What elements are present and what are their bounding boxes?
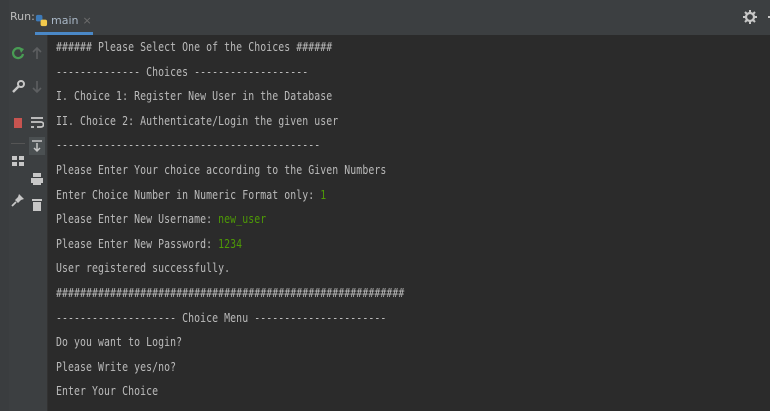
console-line-text: ----------------------------------------… [56,138,321,153]
console-line: I. Choice 1: Register New User in the Da… [56,84,332,108]
console-line: II. Choice 2: Authenticate/Login the giv… [56,109,338,133]
stop-icon[interactable] [12,116,24,130]
console-output[interactable]: ###### Please Select One of the Choices … [48,35,770,411]
console-line: User registered successfully. [56,256,230,280]
console-line: Please Write yes/no? [56,355,176,379]
console-line: Enter Choice Number in Numeric Format on… [56,183,326,207]
console-line: Please Enter New Username: new_user [56,207,266,231]
pin-icon[interactable] [11,193,25,207]
soft-wrap-icon[interactable] [30,115,44,129]
arrow-up-icon[interactable] [30,46,44,60]
tab-main[interactable]: main × [35,6,93,35]
console-line-text: -------------------- Choice Menu -------… [56,310,387,325]
console-line-text: User registered successfully. [56,261,231,276]
console-line-text: ###### Please Select One of the Choices … [56,40,333,54]
console-line: -------------- Choices -----------------… [56,60,308,84]
scroll-to-end-icon[interactable] [29,137,45,155]
console-line: Do you want to Login? [56,330,182,354]
console-line-text: Please Write yes/no? [56,359,177,374]
console-line-text: ########################################… [56,286,405,300]
console-line: ----------------------------------------… [56,133,320,157]
console-line-text: Do you want to Login? [56,335,183,350]
console-line-text: II. Choice 2: Authenticate/Login the giv… [56,113,339,128]
console-line: Please Enter New Password: 1234 [56,232,242,256]
trash-icon[interactable] [30,197,44,211]
run-tool-header: Run: main × [9,0,770,36]
rerun-icon[interactable] [11,46,25,60]
tab-label: main [51,14,79,27]
console-line: Enter Your Choice [56,379,158,403]
console-line-text: -------------- Choices -----------------… [56,64,309,79]
run-toolbar-right [27,35,48,411]
gear-icon[interactable] [743,10,757,24]
wrench-icon[interactable] [11,80,25,94]
layout-icon[interactable] [11,154,25,168]
toolbar-separator [11,143,25,144]
print-icon[interactable] [30,172,44,186]
console-user-input: new_user [218,212,267,227]
console-line-text: Please Enter New Password: [56,236,219,251]
console-line-text: Please Enter New Username: [56,212,219,227]
close-tab-icon[interactable]: × [82,14,91,27]
console-line-text: Enter Your Choice [56,384,159,399]
console-line-text: Please Enter Your choice according to th… [56,163,387,177]
console-line-text: I. Choice 1: Register New User in the Da… [56,89,333,104]
minimize-icon[interactable] [765,10,770,24]
console-line: Please Enter Your choice according to th… [56,158,386,182]
run-label: Run: [10,10,35,23]
console-line: -------------------- Choice Menu -------… [56,306,386,330]
run-toolbar-left [9,35,27,411]
arrow-down-icon[interactable] [30,80,44,94]
python-icon [35,14,48,27]
console-line: ########################################… [56,281,404,305]
console-user-input: 1234 [218,236,243,251]
console-line: ###### Please Select One of the Choices … [56,35,332,59]
console-line-text: Enter Choice Number in Numeric Format on… [56,187,321,202]
window-left-edge [0,0,9,411]
run-tool-window: Run: main × ###### Please Select One of … [0,0,770,411]
console-user-input: 1 [320,187,327,202]
